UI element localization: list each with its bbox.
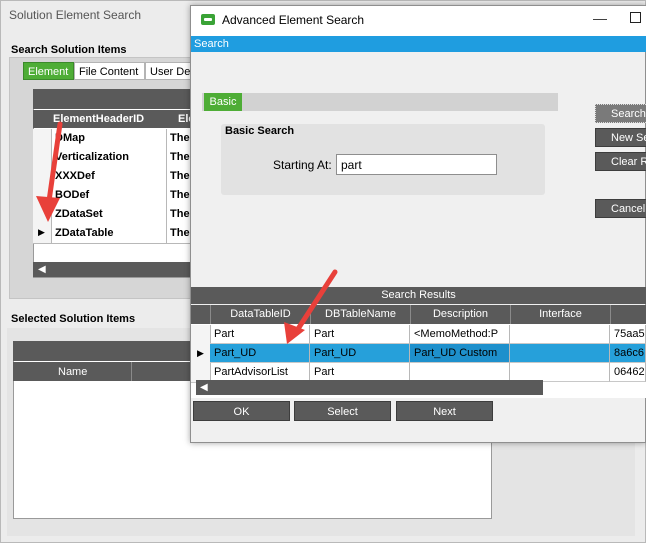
ok-button[interactable]: OK bbox=[193, 401, 290, 421]
table-row[interactable]: Part Part <MemoMethod:P 75aa5 bbox=[191, 325, 646, 345]
column-header-elementheaderid[interactable]: ElementHeaderID bbox=[53, 113, 144, 125]
table-row[interactable]: XXXDef The bbox=[33, 167, 193, 187]
current-row-marker-icon: ▶ bbox=[38, 227, 45, 237]
scroll-left-icon[interactable]: ◀ bbox=[200, 380, 208, 395]
cell-dbtablename: Part bbox=[310, 325, 410, 344]
table-row-selected[interactable]: ▶ Part_UD Part_UD Part_UD Custom 8a6c6 bbox=[191, 344, 646, 364]
select-button[interactable]: Select bbox=[294, 401, 391, 421]
cell-key: 75aa5 bbox=[610, 325, 646, 344]
element-grid-header: ElementHeaderID Ele bbox=[33, 110, 195, 128]
search-results-title: Search Results bbox=[191, 287, 646, 304]
cell-datatableid: Part bbox=[210, 325, 310, 344]
search-solution-items-label: Search Solution Items bbox=[11, 44, 127, 56]
row-indicator bbox=[191, 325, 211, 345]
row-indicator bbox=[33, 186, 52, 205]
element-desc: The bbox=[166, 148, 190, 167]
column-header-datatableid[interactable]: DataTableID bbox=[210, 305, 310, 324]
minimize-icon[interactable]: — bbox=[593, 10, 607, 26]
cell-interface bbox=[510, 344, 610, 363]
cancel-button[interactable]: Cancel bbox=[595, 199, 646, 218]
starting-at-input[interactable] bbox=[336, 154, 497, 175]
scroll-left-icon[interactable]: ◀ bbox=[38, 262, 46, 277]
element-id: BODef bbox=[55, 189, 90, 201]
tab-file-content[interactable]: File Content bbox=[74, 62, 145, 80]
cell-dbtablename: Part_UD bbox=[310, 344, 410, 363]
column-divider bbox=[131, 362, 132, 381]
tab-basic[interactable]: Basic bbox=[204, 93, 242, 111]
search-button[interactable]: Search bbox=[595, 104, 646, 123]
column-header-description[interactable]: Description bbox=[410, 305, 510, 324]
column-header-key[interactable] bbox=[610, 305, 646, 324]
cell-key: 06462 bbox=[610, 363, 646, 382]
element-id: ZDataSet bbox=[55, 208, 103, 220]
row-indicator bbox=[33, 167, 52, 186]
element-grid-groupbar bbox=[33, 89, 193, 109]
column-header-name[interactable]: Name bbox=[58, 366, 87, 378]
cell-datatableid: Part_UD bbox=[210, 344, 310, 363]
starting-at-label: Starting At: bbox=[273, 158, 332, 172]
dialog-title: Advanced Element Search bbox=[222, 13, 365, 27]
cell-interface bbox=[510, 325, 610, 344]
menu-bar bbox=[191, 36, 646, 52]
cell-description: Part_UD Custom bbox=[410, 344, 510, 363]
table-row[interactable]: DMap The bbox=[33, 129, 193, 149]
maximize-icon[interactable] bbox=[630, 12, 641, 23]
basic-search-label: Basic Search bbox=[225, 125, 295, 137]
cell-description: <MemoMethod:P bbox=[410, 325, 510, 344]
current-row-marker-icon: ▶ bbox=[197, 348, 204, 358]
element-id: XXXDef bbox=[55, 170, 95, 182]
row-indicator: ▶ bbox=[33, 224, 52, 243]
element-id: Verticalization bbox=[55, 151, 129, 163]
tab-element[interactable]: Element bbox=[23, 62, 74, 80]
app-icon-detail bbox=[204, 18, 212, 21]
element-desc: The bbox=[166, 224, 190, 243]
clear-results-button[interactable]: Clear Results bbox=[595, 152, 646, 171]
row-indicator bbox=[33, 129, 52, 148]
element-desc: The bbox=[166, 129, 190, 148]
table-row[interactable]: Verticalization The bbox=[33, 148, 193, 168]
element-grid-scrollbar[interactable] bbox=[33, 262, 193, 277]
row-indicator: ▶ bbox=[191, 344, 211, 364]
column-header-interface[interactable]: Interface bbox=[510, 305, 610, 324]
row-indicator bbox=[33, 205, 52, 224]
element-desc: The bbox=[166, 186, 190, 205]
tab-strip bbox=[202, 93, 558, 111]
element-id: ZDataTable bbox=[55, 227, 114, 239]
table-row[interactable]: ZDataSet The bbox=[33, 205, 193, 225]
table-row[interactable]: BODef The bbox=[33, 186, 193, 206]
selected-solution-items-label: Selected Solution Items bbox=[11, 313, 136, 325]
next-button[interactable]: Next bbox=[396, 401, 493, 421]
menu-item-search[interactable]: Search bbox=[194, 38, 229, 50]
table-row[interactable]: ▶ ZDataTable The bbox=[33, 224, 193, 244]
column-header-dbtablename[interactable]: DBTableName bbox=[310, 305, 410, 324]
element-id: DMap bbox=[55, 132, 85, 144]
element-desc: The bbox=[166, 167, 190, 186]
background-window-title: Solution Element Search bbox=[9, 8, 142, 22]
results-scrollbar[interactable] bbox=[196, 380, 543, 395]
new-search-button[interactable]: New Search bbox=[595, 128, 646, 147]
cell-key: 8a6c6 bbox=[610, 344, 646, 363]
tab-user-def[interactable]: User Def bbox=[145, 62, 193, 80]
row-indicator bbox=[33, 148, 52, 167]
element-desc: The bbox=[166, 205, 190, 224]
